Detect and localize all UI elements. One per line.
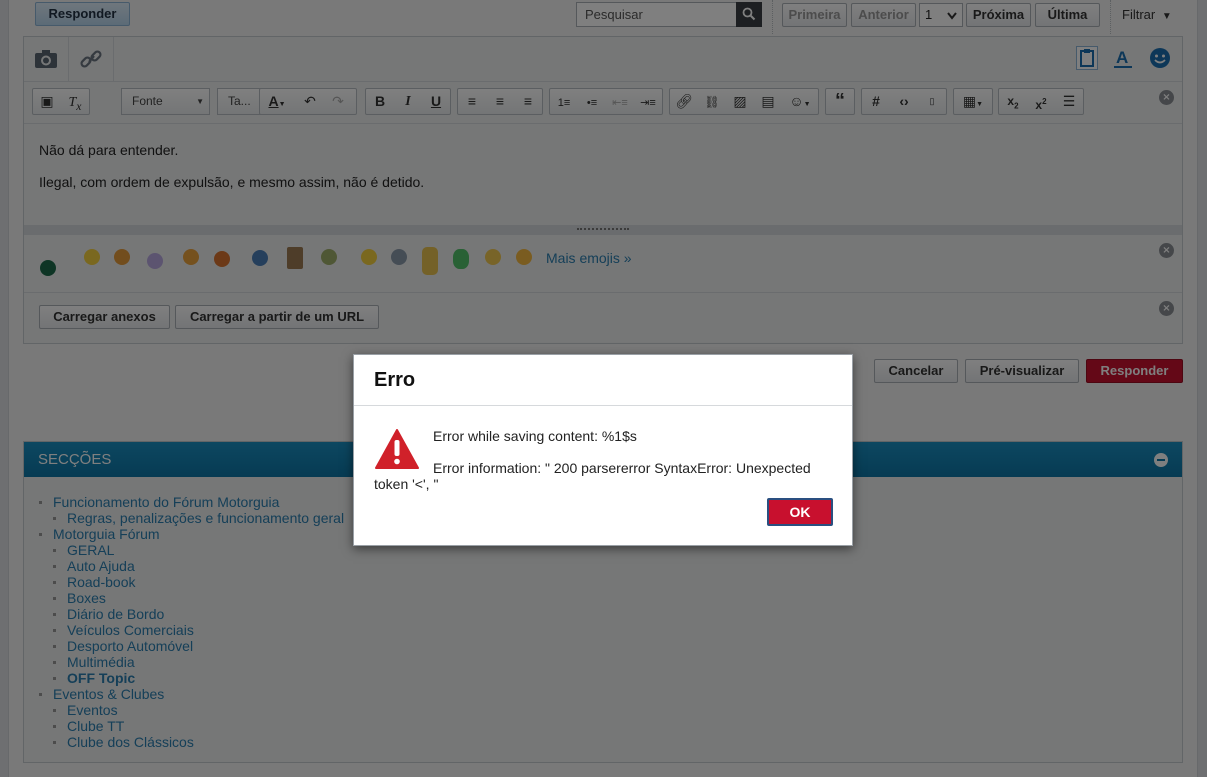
error-dialog: Erro Error while saving content: %1$s Er… <box>353 354 853 546</box>
dialog-error-info: Error information: " 200 parsererror Syn… <box>374 460 811 492</box>
dialog-divider <box>354 405 852 406</box>
dialog-title: Erro <box>374 369 416 391</box>
dialog-message: Error while saving content: %1$s <box>433 428 637 444</box>
ok-button[interactable]: OK <box>767 498 833 526</box>
